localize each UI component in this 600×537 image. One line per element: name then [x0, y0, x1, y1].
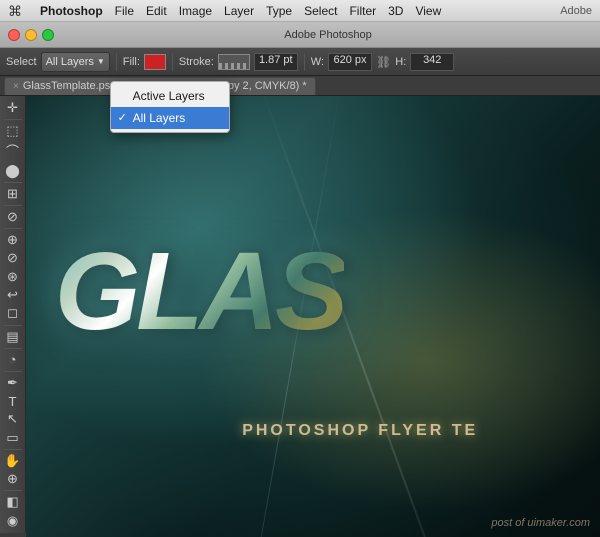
tool-type[interactable]: T	[2, 393, 24, 409]
tool-separator-4	[4, 228, 22, 229]
close-button[interactable]	[8, 29, 20, 41]
toolbox: ✛ ⬚ ⌒ ⬤ ⊞ ⊘ ⊕ ⊘ ⊛ ↩ ◻ ▤ ◔ ✒ T ↖ ▭ ✋ ⊕ ◧ …	[0, 96, 26, 533]
menu-view[interactable]: View	[409, 0, 447, 22]
menu-image[interactable]: Image	[173, 0, 218, 22]
menu-filter[interactable]: Filter	[343, 0, 382, 22]
tool-separator-8	[4, 449, 22, 450]
tool-brush[interactable]: ⊘	[2, 250, 24, 266]
menu-file[interactable]: File	[109, 0, 140, 22]
window-title: Adobe Photoshop	[64, 29, 592, 41]
tool-zoom[interactable]: ⊕	[2, 471, 24, 487]
tool-separator-9	[4, 490, 22, 491]
height-label: H:	[395, 56, 406, 68]
tool-foreground-background[interactable]: ◧	[2, 494, 24, 510]
tool-quick-select[interactable]: ⬤	[2, 162, 24, 178]
maximize-button[interactable]	[42, 29, 54, 41]
fill-label: Fill:	[123, 56, 140, 68]
tool-eraser[interactable]: ◻	[2, 305, 24, 321]
dropdown-value: All Layers	[46, 56, 94, 68]
tool-clone[interactable]: ⊛	[2, 269, 24, 285]
selected-checkmark-icon: ✓	[118, 111, 127, 124]
canvas-glas-text: GLAS	[55, 228, 345, 355]
doc-tab-close-btn[interactable]: ×	[13, 81, 19, 92]
traffic-lights	[8, 29, 54, 41]
menu-photoshop[interactable]: Photoshop	[34, 0, 109, 22]
app-title-right: Adobe	[560, 5, 592, 17]
menu-3d[interactable]: 3D	[382, 0, 409, 22]
canvas-credit-text: post of uimaker.com	[491, 517, 590, 529]
apple-menu[interactable]: ⌘	[8, 3, 24, 19]
tool-crop[interactable]: ⊞	[2, 186, 24, 202]
tool-shape[interactable]: ▭	[2, 430, 24, 446]
tool-mode[interactable]: ◉	[2, 513, 24, 529]
canvas-background: GLAS PHOTOSHOP FLYER TE post of uimaker.…	[26, 96, 600, 537]
layers-dropdown-menu: Active Layers ✓ All Layers	[110, 81, 230, 133]
tool-separator-6	[4, 348, 22, 349]
width-value-input[interactable]: 620 px	[328, 53, 372, 71]
fill-color-swatch[interactable]	[144, 54, 166, 70]
menu-layer[interactable]: Layer	[218, 0, 260, 22]
height-value-input[interactable]: 342	[410, 53, 454, 71]
dropdown-item-all-layers[interactable]: ✓ All Layers	[111, 107, 229, 129]
toolbar-separator-1	[116, 53, 117, 71]
tool-hand[interactable]: ✋	[2, 453, 24, 469]
tool-eyedropper[interactable]: ⊘	[2, 209, 24, 225]
layer-select-dropdown[interactable]: All Layers ▼ Active Layers ✓ All Layers	[41, 52, 110, 72]
dropdown-arrow-icon: ▼	[97, 57, 105, 66]
width-label: W:	[311, 56, 324, 68]
link-icon[interactable]: ⛓	[376, 55, 391, 69]
menu-select[interactable]: Select	[298, 0, 343, 22]
menubar: ⌘ Photoshop File Edit Image Layer Type S…	[0, 0, 600, 22]
tool-separator-5	[4, 325, 22, 326]
toolbar-separator-3	[304, 53, 305, 71]
tool-separator-3	[4, 205, 22, 206]
document-tab-bar: × GlassTemplate.psd @ 65.6% (Ellipse 1 c…	[0, 76, 600, 96]
tool-history-brush[interactable]: ↩	[2, 287, 24, 303]
tool-separator-1	[4, 119, 22, 120]
tool-path-select[interactable]: ↖	[2, 411, 24, 427]
canvas-subtitle-text: PHOTOSHOP FLYER TE	[242, 422, 478, 440]
toolbar-separator-2	[172, 53, 173, 71]
menu-type[interactable]: Type	[260, 0, 298, 22]
tool-separator-7	[4, 371, 22, 372]
minimize-button[interactable]	[25, 29, 37, 41]
stroke-label: Stroke:	[179, 56, 214, 68]
tool-pen[interactable]: ✒	[2, 375, 24, 391]
stroke-width-input[interactable]: 1.87 pt	[254, 53, 298, 71]
tool-lasso[interactable]: ⌒	[2, 141, 24, 160]
tool-separator-2	[4, 182, 22, 183]
menu-edit[interactable]: Edit	[140, 0, 173, 22]
stroke-style-swatch[interactable]	[218, 54, 250, 70]
select-label: Select	[6, 56, 37, 68]
tool-dodge[interactable]: ◔	[2, 351, 24, 367]
tool-spot-heal[interactable]: ⊕	[2, 232, 24, 248]
tool-move[interactable]: ✛	[2, 100, 24, 116]
canvas-area: GLAS PHOTOSHOP FLYER TE post of uimaker.…	[26, 96, 600, 537]
tool-select-rect[interactable]: ⬚	[2, 123, 24, 139]
dropdown-item-active-layers[interactable]: Active Layers	[111, 85, 229, 107]
tool-gradient[interactable]: ▤	[2, 328, 24, 344]
titlebar: Adobe Photoshop	[0, 22, 600, 48]
options-toolbar: Select All Layers ▼ Active Layers ✓ All …	[0, 48, 600, 76]
